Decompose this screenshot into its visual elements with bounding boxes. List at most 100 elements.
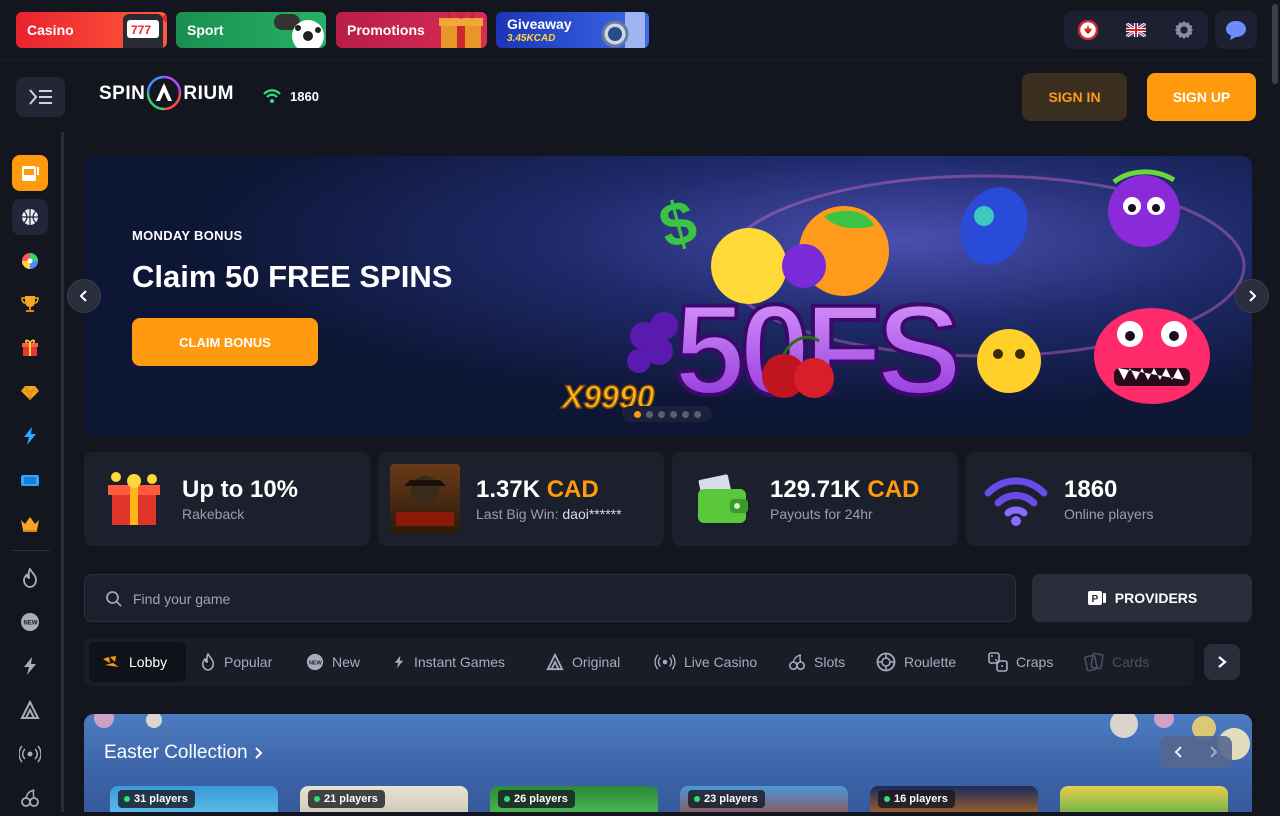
tab-label: Instant Games [414, 654, 506, 670]
stat-card-last-win: 1.37K CAD Last Big Win: daoi****** [378, 452, 664, 546]
pagination-dot[interactable] [633, 410, 641, 418]
sidebar-item-new[interactable]: NEW [12, 604, 48, 640]
tab-live-casino[interactable]: Live Casino [642, 642, 769, 682]
lightning-icon [394, 655, 404, 669]
banner-prev-button[interactable] [67, 279, 101, 313]
collection-title[interactable]: Easter Collection [104, 742, 264, 764]
collection-next-button[interactable] [1196, 736, 1232, 768]
promo-tab-label: Sport [187, 22, 224, 38]
chat-button[interactable] [1215, 11, 1257, 49]
promo-tab-label: Promotions [347, 22, 425, 38]
settings-button[interactable] [1160, 11, 1208, 49]
categories-next-button[interactable] [1204, 644, 1240, 680]
game-tile[interactable]: 31 players [110, 786, 278, 812]
sidebar-item-wheel[interactable] [12, 243, 48, 279]
stat-label: Last Big Win: daoi****** [476, 506, 622, 522]
game-thumbnail[interactable] [390, 464, 460, 534]
stat-currency: CAD [867, 476, 920, 503]
game-tile[interactable]: 21 players [300, 786, 468, 812]
banner-subtitle: MONDAY BONUS [132, 228, 243, 243]
game-tile[interactable]: 16 players [870, 786, 1038, 812]
promo-tab-giveaway[interactable]: Giveaway 3.45KCAD [496, 12, 649, 48]
tab-new[interactable]: NEW New [294, 642, 372, 682]
game-tile[interactable] [1060, 786, 1228, 812]
players-badge: 21 players [308, 790, 385, 808]
tab-instant-games[interactable]: Instant Games [380, 642, 517, 682]
pagination-dot[interactable] [681, 410, 689, 418]
sign-in-button[interactable]: SIGN IN [1022, 73, 1127, 121]
scrollbar-thumb[interactable] [1272, 4, 1278, 84]
logo-text-right: RIUM [183, 83, 234, 104]
sidebar-item-slots[interactable] [12, 780, 48, 816]
stat-card-rakeback: Up to 10% Rakeback [84, 452, 370, 546]
promo-tab-sport[interactable]: Sport [176, 12, 326, 48]
banner-next-button[interactable] [1235, 279, 1269, 313]
sidebar-item-crown[interactable] [12, 506, 48, 542]
pagination-dot[interactable] [645, 410, 653, 418]
tab-craps[interactable]: Craps [976, 642, 1065, 682]
chat-bubble-icon [1226, 21, 1246, 40]
sidebar-item-instant[interactable] [12, 648, 48, 684]
stat-value: 1860 [1064, 476, 1118, 503]
tab-lobby[interactable]: Lobby [89, 642, 186, 682]
tab-label: Slots [814, 654, 846, 670]
stat-label: Payouts for 24hr [770, 506, 873, 522]
promo-tab-casino[interactable]: Casino 777 [16, 12, 167, 48]
search-input[interactable]: Find your game [84, 574, 1016, 622]
claim-bonus-button[interactable]: CLAIM BONUS [132, 318, 318, 366]
sidebar-item-live[interactable] [12, 736, 48, 772]
gift-box-icon [108, 472, 160, 525]
collection-prev-button[interactable] [1160, 736, 1196, 768]
pagination-dot[interactable] [657, 410, 665, 418]
chevron-left-icon [1174, 746, 1182, 758]
sidebar-item-vip[interactable] [12, 374, 48, 410]
hero-banner[interactable]: $ 50FS X9990 MONDAY BONUS Claim 50 FREE … [84, 156, 1252, 436]
sign-up-button[interactable]: SIGN UP [1147, 73, 1256, 121]
collection-title-text: Easter Collection [104, 742, 248, 763]
new-badge-icon: NEW [21, 613, 39, 631]
tab-roulette[interactable]: Roulette [864, 642, 968, 682]
pagination-dot[interactable] [669, 410, 677, 418]
language-button[interactable] [1112, 11, 1160, 49]
banner-title: Claim 50 FREE SPINS [132, 259, 453, 294]
sidebar-item-popular[interactable] [12, 560, 48, 596]
stat-value: Up to 10% [182, 476, 299, 503]
cherry-icon [21, 789, 39, 807]
game-tile[interactable]: 26 players [490, 786, 658, 812]
promo-tab-promotions[interactable]: Promotions [336, 12, 487, 48]
currency-button[interactable] [1064, 11, 1112, 49]
sidebar-divider [12, 550, 50, 551]
watch-phone-icon [601, 12, 645, 48]
soccer-ball-icon [274, 14, 324, 48]
page-scrollbar[interactable] [1270, 0, 1280, 812]
sidebar-scrollbar[interactable] [61, 132, 64, 812]
sidebar-item-bonuses[interactable] [12, 330, 48, 366]
site-logo[interactable]: SPIN RIUM [99, 75, 234, 111]
stat-label-text: Last Big Win: [476, 506, 559, 522]
cherry-icon [788, 654, 806, 671]
sidebar-item-tickets[interactable] [12, 462, 48, 498]
providers-button[interactable]: P PROVIDERS [1032, 574, 1252, 622]
tab-original[interactable]: Original [534, 642, 632, 682]
menu-toggle-button[interactable] [16, 77, 65, 117]
giveaway-amount: 3.45KCAD [507, 33, 556, 44]
slot-icon [22, 166, 39, 181]
tab-cards[interactable]: Cards [1072, 642, 1161, 682]
stat-label: Online players [1064, 506, 1154, 522]
tab-popular[interactable]: Popular [188, 642, 284, 682]
players-badge: 23 players [688, 790, 765, 808]
tab-slots[interactable]: Slots [776, 642, 857, 682]
sidebar-item-original[interactable] [12, 692, 48, 728]
sidebar-item-fast[interactable] [12, 418, 48, 454]
tab-label: Craps [1016, 654, 1054, 670]
sidebar-item-tournaments[interactable] [12, 286, 48, 322]
gear-icon [1174, 20, 1194, 40]
game-tile[interactable]: 23 players [680, 786, 848, 812]
chevron-right-icon [254, 747, 263, 759]
sidebar-item-sport[interactable] [12, 199, 48, 235]
pagination-dot[interactable] [693, 410, 701, 418]
banner-artwork: $ 50FS X9990 [84, 156, 1252, 436]
svg-text:NEW: NEW [24, 621, 38, 627]
easter-collection: Easter Collection 31 players 21 players … [84, 714, 1252, 812]
sidebar-item-casino[interactable] [12, 155, 48, 191]
